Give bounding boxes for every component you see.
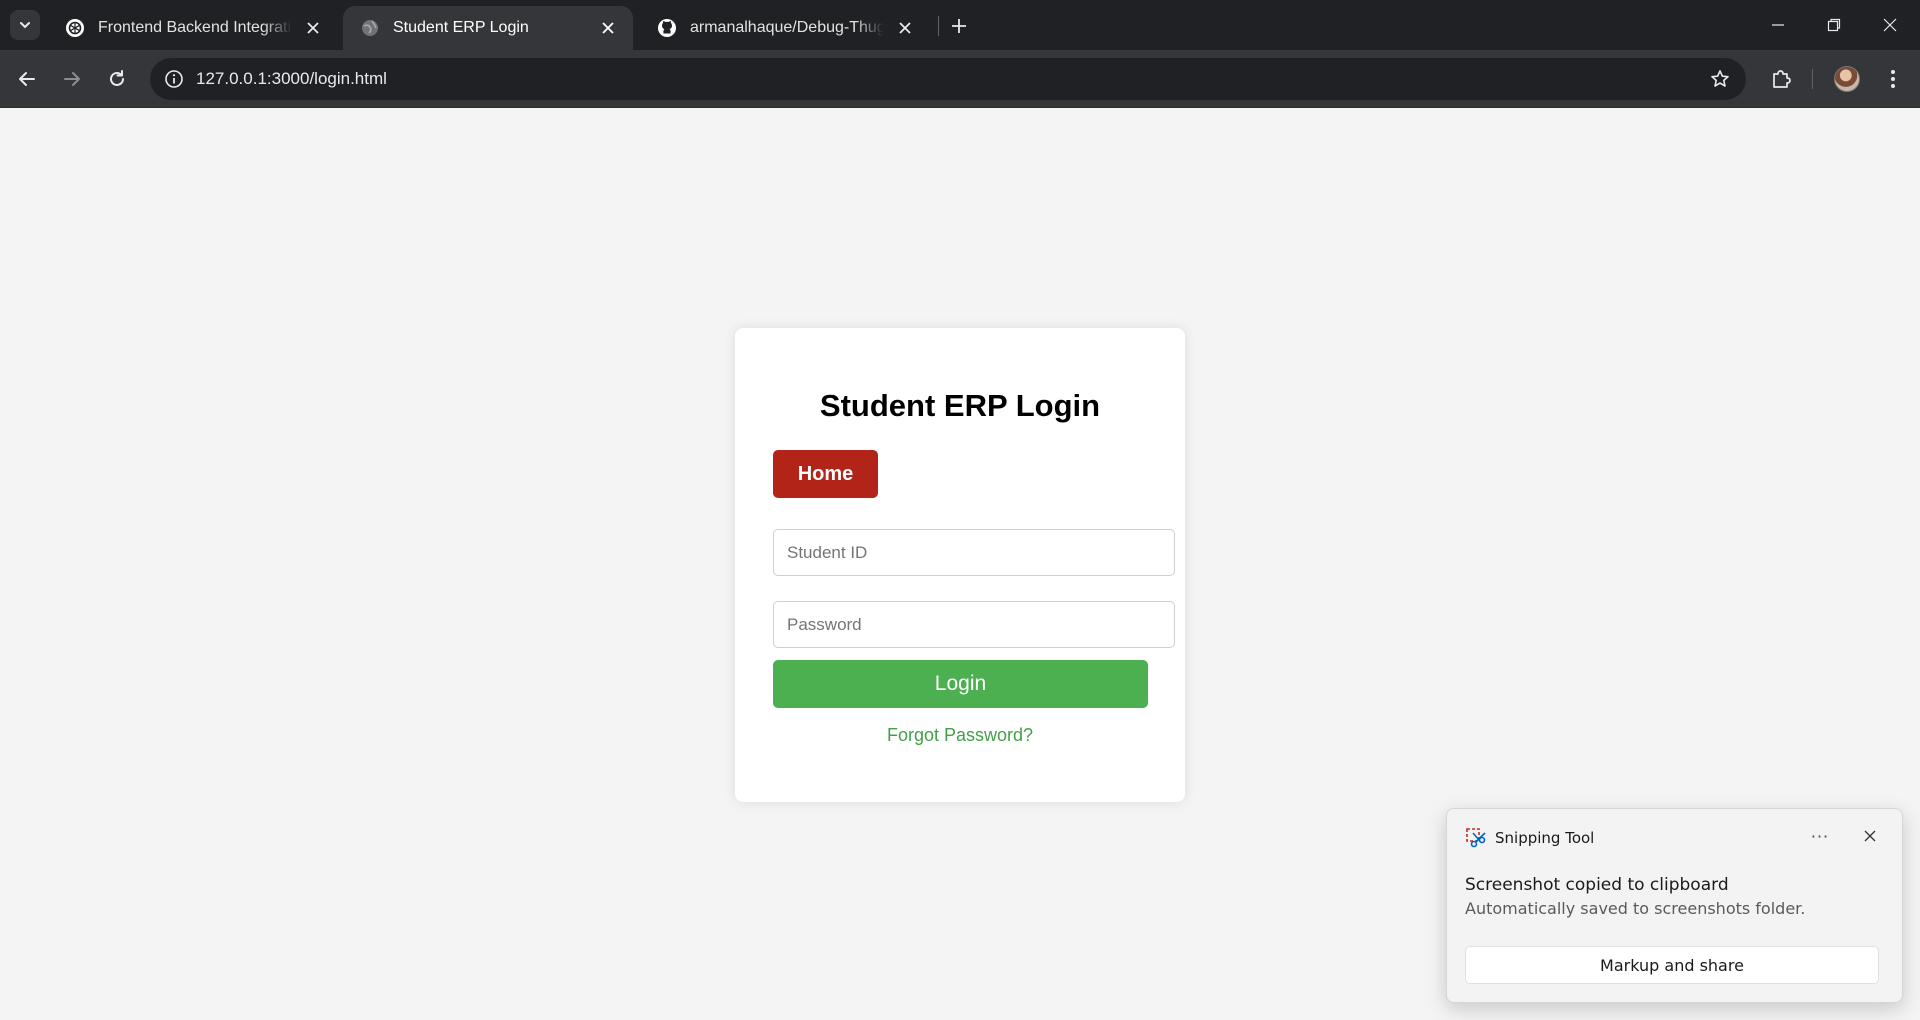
restore-button[interactable] — [1814, 8, 1854, 42]
tab-separator — [938, 16, 939, 36]
bookmark-star-icon[interactable] — [1708, 67, 1732, 91]
new-tab-button[interactable] — [945, 12, 973, 40]
close-icon[interactable] — [894, 17, 916, 39]
github-icon — [656, 17, 678, 39]
avatar — [1834, 66, 1860, 92]
close-icon[interactable] — [597, 17, 619, 39]
tab-frontend-backend[interactable]: Frontend Backend Integration C — [48, 6, 338, 50]
password-input[interactable] — [773, 601, 1175, 648]
arrow-right-icon — [64, 72, 80, 86]
address-bar[interactable]: 127.0.0.1:3000/login.html — [150, 58, 1746, 100]
restore-icon — [1827, 18, 1841, 32]
browser-toolbar: 127.0.0.1:3000/login.html — [0, 50, 1920, 108]
reload-button[interactable] — [101, 63, 133, 95]
tab-title: armanalhaque/Debug-Thugs: Th — [690, 19, 884, 36]
tab-github-debug-thugs[interactable]: armanalhaque/Debug-Thugs: Th — [640, 6, 930, 50]
url-text[interactable]: 127.0.0.1:3000/login.html — [196, 69, 387, 89]
more-options-button[interactable]: ··· — [1805, 823, 1835, 849]
back-button[interactable] — [11, 63, 43, 95]
arrow-left-icon — [19, 72, 35, 86]
tab-title: Student ERP Login — [393, 19, 529, 36]
tab-student-erp-login[interactable]: Student ERP Login — [343, 6, 633, 50]
forgot-password-link[interactable]: Forgot Password? — [735, 725, 1185, 746]
close-notification-button[interactable] — [1857, 823, 1883, 849]
minimize-icon — [1772, 24, 1784, 26]
close-icon — [1883, 18, 1897, 32]
close-window-button[interactable] — [1870, 8, 1910, 42]
login-card: Student ERP Login Home Login Forgot Pass… — [735, 328, 1185, 802]
site-info-icon[interactable] — [162, 67, 186, 91]
markup-and-share-button[interactable]: Markup and share — [1465, 946, 1879, 984]
extensions-button[interactable] — [1765, 63, 1797, 95]
reload-icon — [110, 70, 124, 86]
toast-title: Screenshot copied to clipboard — [1465, 875, 1729, 895]
toast-body: Automatically saved to screenshots folde… — [1465, 899, 1806, 918]
toolbar-divider — [1812, 69, 1813, 89]
toast-app-name: Snipping Tool — [1495, 829, 1595, 847]
browser-tabstrip: Frontend Backend Integration C Student E… — [0, 0, 1920, 50]
tab-search-button[interactable] — [10, 10, 40, 40]
snipping-tool-icon — [1466, 828, 1486, 848]
home-button[interactable]: Home — [773, 450, 878, 498]
profile-button[interactable] — [1831, 63, 1863, 95]
forward-button[interactable] — [56, 63, 88, 95]
login-button[interactable]: Login — [773, 660, 1148, 708]
chevron-down-icon — [20, 22, 30, 29]
plus-icon — [952, 19, 966, 33]
more-vertical-icon — [1891, 70, 1895, 88]
snipping-tool-notification: Snipping Tool ··· Screenshot copied to c… — [1446, 808, 1903, 1003]
puzzle-icon — [1773, 70, 1791, 88]
tab-title: Frontend Backend Integration C — [98, 19, 292, 36]
minimize-button[interactable] — [1758, 8, 1798, 42]
close-icon[interactable] — [302, 17, 324, 39]
student-id-input[interactable] — [773, 529, 1175, 576]
page-title: Student ERP Login — [819, 388, 1101, 423]
chatgpt-icon — [64, 17, 86, 39]
close-icon — [1864, 830, 1876, 842]
globe-icon — [359, 17, 381, 39]
menu-button[interactable] — [1877, 63, 1909, 95]
